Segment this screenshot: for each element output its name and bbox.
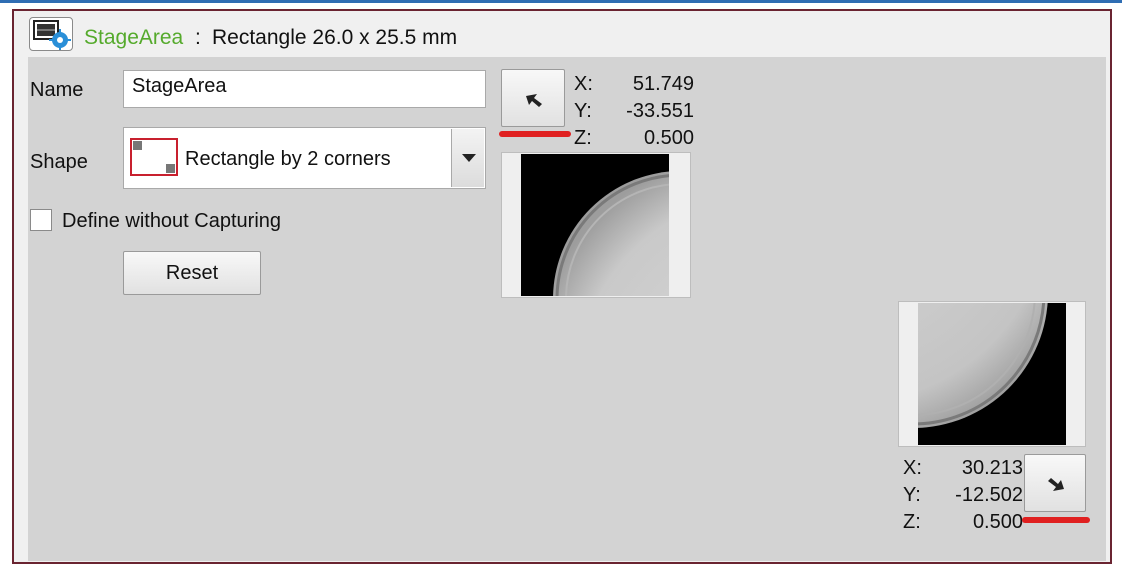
corner1-red-underline — [499, 131, 571, 137]
corner1-x-label: X: — [574, 73, 593, 95]
reset-button[interactable]: Reset — [123, 251, 261, 295]
define-without-capturing-label: Define without Capturing — [62, 210, 282, 232]
corner2-red-underline — [1022, 517, 1090, 523]
name-input[interactable]: StageArea — [123, 70, 486, 108]
corner1-preview-image — [501, 152, 691, 298]
corner2-preview-image — [898, 301, 1086, 447]
define-without-capturing-checkbox[interactable] — [30, 209, 52, 231]
shape-select[interactable]: Rectangle by 2 corners — [123, 127, 486, 189]
corner1-x-value: 51.749 — [632, 73, 694, 95]
move-to-corner-up-left-icon — [524, 91, 544, 114]
corner1-z-value: 0.500 — [643, 127, 694, 149]
corner2-y-label: Y: — [903, 484, 921, 506]
corner1-y-value: -33.551 — [626, 100, 694, 122]
shape-description: Rectangle 26.0 x 25.5 mm — [212, 26, 458, 49]
stage-area-dialog: StageArea : Rectangle 26.0 x 25.5 mm Nam… — [12, 9, 1112, 564]
rectangle-corners-icon — [130, 138, 178, 176]
dialog-header: StageArea : Rectangle 26.0 x 25.5 mm — [14, 11, 1110, 57]
corner2-y-value: -12.502 — [955, 484, 1023, 506]
chevron-down-icon — [462, 154, 476, 162]
corner1-y-label: Y: — [574, 100, 592, 122]
corner1-z-label: Z: — [574, 127, 592, 149]
corner2-x-value: 30.213 — [961, 457, 1023, 479]
title-separator: : — [195, 26, 201, 49]
corner2-z-label: Z: — [903, 511, 921, 533]
shape-dropdown-button[interactable] — [451, 129, 484, 187]
stage-area-settings-icon — [29, 17, 73, 51]
move-to-corner-down-right-icon — [1046, 476, 1066, 499]
move-to-corner2-button[interactable] — [1024, 454, 1086, 512]
move-to-corner1-button[interactable] — [501, 69, 565, 127]
shape-label: Shape — [30, 151, 88, 173]
window-top-border — [0, 0, 1122, 3]
shape-select-value: Rectangle by 2 corners — [185, 148, 391, 170]
corner2-z-value: 0.500 — [972, 511, 1023, 533]
stage-area-title: StageArea — [84, 26, 184, 49]
name-label: Name — [30, 79, 84, 101]
corner2-x-label: X: — [903, 457, 922, 479]
stage-area-panel: Name StageArea Shape Rectangle by 2 corn… — [28, 57, 1106, 561]
